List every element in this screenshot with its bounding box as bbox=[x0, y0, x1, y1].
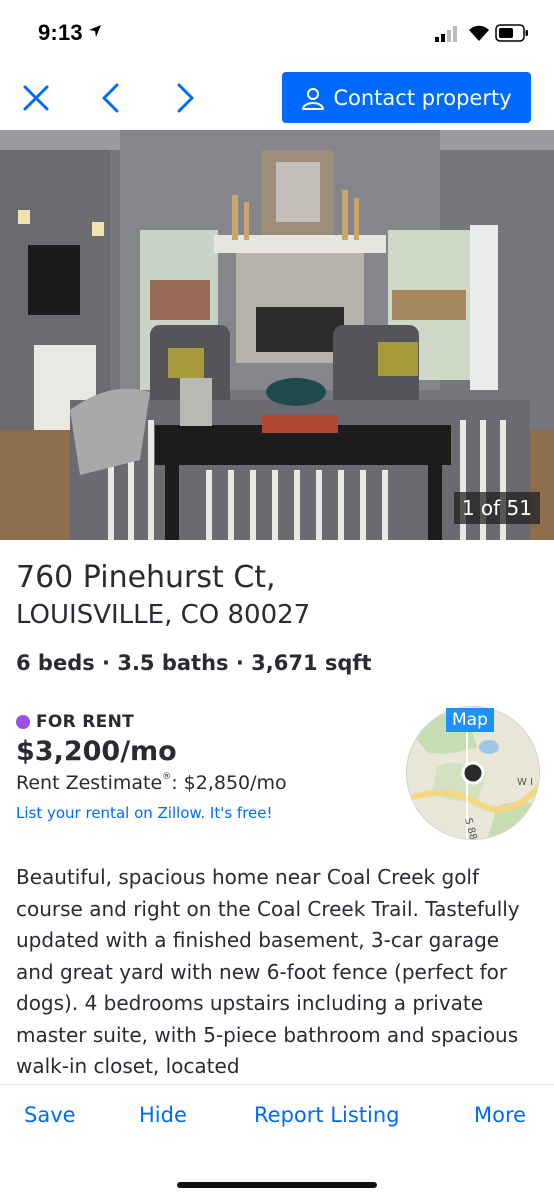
location-arrow-icon bbox=[88, 24, 102, 43]
map-road-label: W I bbox=[517, 777, 533, 788]
status-label: FOR RENT bbox=[36, 712, 134, 732]
list-rental-link[interactable]: List your rental on Zillow. It's free! bbox=[16, 804, 273, 822]
property-facts: 6 beds · 3.5 baths · 3,671 sqft bbox=[16, 651, 372, 675]
address-city: LOUISVILLE, CO 80027 bbox=[16, 600, 311, 630]
save-button[interactable]: Save bbox=[24, 1103, 76, 1127]
chevron-left-icon[interactable] bbox=[92, 80, 128, 116]
status-dot-icon bbox=[16, 715, 30, 729]
listing-status: FOR RENT bbox=[16, 712, 134, 732]
zestimate-label: Rent Zestimate bbox=[16, 772, 163, 794]
rent-price: $3,200/mo bbox=[16, 736, 177, 767]
report-listing-button[interactable]: Report Listing bbox=[254, 1103, 399, 1127]
contact-property-label: Contact property bbox=[333, 85, 512, 110]
zestimate-value: : $2,850/mo bbox=[171, 772, 287, 794]
home-indicator[interactable] bbox=[177, 1182, 377, 1188]
photo-counter: 1 of 51 bbox=[453, 492, 540, 524]
bottom-toolbar: Save Hide Report Listing More bbox=[0, 1084, 554, 1200]
more-button[interactable]: More bbox=[474, 1103, 526, 1127]
nav-bar: Contact property bbox=[0, 68, 554, 130]
battery-icon bbox=[495, 24, 529, 47]
status-time: 9:13 bbox=[38, 20, 83, 45]
map-button[interactable]: Map bbox=[446, 708, 494, 732]
wifi-icon bbox=[468, 24, 490, 47]
listing-description: Beautiful, spacious home near Coal Creek… bbox=[16, 865, 520, 1078]
person-icon bbox=[302, 87, 325, 110]
chevron-right-icon[interactable] bbox=[168, 80, 204, 116]
contact-property-button[interactable]: Contact property bbox=[282, 72, 531, 123]
close-icon[interactable] bbox=[18, 80, 54, 116]
rent-zestimate: Rent Zestimate®: $2,850/mo bbox=[16, 772, 287, 794]
registered-mark: ® bbox=[162, 772, 172, 782]
hide-button[interactable]: Hide bbox=[139, 1103, 187, 1127]
cellular-signal-icon bbox=[435, 26, 461, 47]
address-street: 760 Pinehurst Ct, bbox=[16, 560, 276, 595]
status-bar: 9:13 bbox=[0, 0, 554, 68]
listing-photo[interactable]: 1 of 51 bbox=[0, 130, 554, 540]
